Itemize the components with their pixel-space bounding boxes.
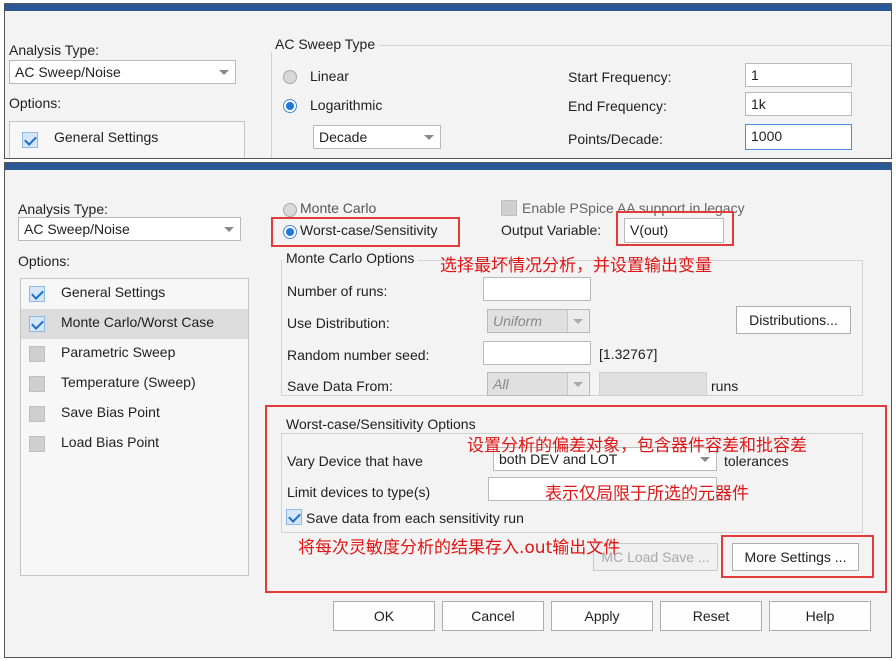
options-item-label: Load Bias Point [61,434,160,450]
random-seed-input[interactable] [483,341,591,365]
options-item-parametric-sweep[interactable]: Parametric Sweep [21,339,248,369]
use-distribution-label: Use Distribution: [287,315,390,331]
ac-sweep-type-title: AC Sweep Type [271,36,380,52]
annotation-save-output-note: 将每次灵敏度分析的结果存入.out输出文件 [298,538,621,558]
worst-case-highlight-box [271,217,460,247]
ok-button[interactable]: OK [333,601,435,631]
points-per-decade-label: Points/Decade: [568,131,663,147]
analysis-type-value: AC Sweep/Noise [15,64,121,80]
chevron-down-icon [224,227,234,232]
checkbox-icon [29,406,45,422]
check-icon [29,286,45,302]
decade-select[interactable]: Decade [313,125,441,149]
checkbox-icon [29,376,45,392]
panel-title-bar [5,4,891,11]
logarithmic-label: Logarithmic [310,97,383,113]
distributions-button[interactable]: Distributions... [736,306,851,334]
chevron-down-icon [219,70,229,75]
ac-sweep-panel: Analysis Type: AC Sweep/Noise Options: G… [4,3,892,159]
number-of-runs-label: Number of runs: [287,283,388,299]
monte-carlo-options-title: Monte Carlo Options [282,250,419,266]
annotation-limit-devices-note: 表示仅局限于所选的元器件 [545,484,749,504]
options-item-load-bias-point[interactable]: Load Bias Point [21,429,248,459]
help-button[interactable]: Help [769,601,871,631]
apply-button[interactable]: Apply [551,601,653,631]
checkbox-icon [29,346,45,362]
panel-title-bar [5,163,891,170]
analysis-type-value: AC Sweep/Noise [24,221,130,237]
save-data-runs-input[interactable] [599,372,707,396]
options-label: Options: [18,253,71,269]
distribution-select[interactable]: Uniform [487,309,590,333]
distribution-value: Uniform [493,313,543,329]
options-item-label: Save Bias Point [61,404,160,420]
analysis-type-select[interactable]: AC Sweep/Noise [9,60,236,84]
options-item-label: Temperature (Sweep) [61,374,196,390]
options-item-label: Monte Carlo/Worst Case [61,314,215,330]
runs-label: runs [711,378,739,394]
checkbox-icon [29,436,45,452]
monte-carlo-label: Monte Carlo [300,200,377,216]
reset-button[interactable]: Reset [660,601,762,631]
options-label: Options: [9,95,62,111]
more-settings-highlight-box [721,535,874,578]
number-of-runs-input[interactable] [483,277,591,301]
annotation-vary-device-note: 设置分析的偏差对象，包含器件容差和批容差 [467,436,807,456]
options-item-monte-carlo[interactable]: Monte Carlo/Worst Case [21,309,248,339]
random-seed-label: Random number seed: [287,347,430,363]
options-list: General Settings Monte Carlo/Worst Case … [20,278,249,576]
logarithmic-radio[interactable] [283,99,297,113]
options-item-general-settings[interactable]: General Settings [21,279,248,309]
analysis-type-select[interactable]: AC Sweep/Noise [18,217,241,241]
linear-label: Linear [310,68,349,84]
options-item-save-bias-point[interactable]: Save Bias Point [21,399,248,429]
save-data-from-select[interactable]: All [487,372,590,396]
analysis-type-label: Analysis Type: [9,42,100,58]
save-data-from-label: Save Data From: [287,378,393,394]
check-icon [29,316,45,332]
monte-carlo-radio[interactable] [283,203,297,217]
end-frequency-input[interactable]: 1k [745,92,852,116]
chevron-down-icon [424,135,434,140]
linear-radio[interactable] [283,70,297,84]
end-frequency-label: End Frequency: [568,98,667,114]
annotation-worst-case-note: 选择最坏情况分析，并设置输出变量 [440,256,712,276]
random-seed-hint: [1.32767] [599,346,658,362]
chevron-down-icon [573,319,583,324]
save-data-value: All [493,376,509,392]
options-list: General Settings [9,121,245,158]
output-variable-highlight-box [616,211,734,246]
decade-value: Decade [319,129,368,145]
start-frequency-input[interactable]: 1 [745,63,852,87]
points-per-decade-input[interactable]: 1000 [745,124,852,150]
options-item-label: General Settings [61,284,166,300]
options-item-temperature-sweep[interactable]: Temperature (Sweep) [21,369,248,399]
general-settings-check-icon[interactable] [22,132,38,148]
options-item-label: Parametric Sweep [61,344,176,360]
chevron-down-icon [573,382,583,387]
output-variable-label: Output Variable: [501,222,602,238]
enable-pspice-aa-checkbox[interactable] [501,200,517,216]
start-frequency-label: Start Frequency: [568,69,672,85]
cancel-button[interactable]: Cancel [442,601,544,631]
analysis-type-label: Analysis Type: [18,201,109,217]
options-item-general-settings[interactable]: General Settings [54,129,158,145]
